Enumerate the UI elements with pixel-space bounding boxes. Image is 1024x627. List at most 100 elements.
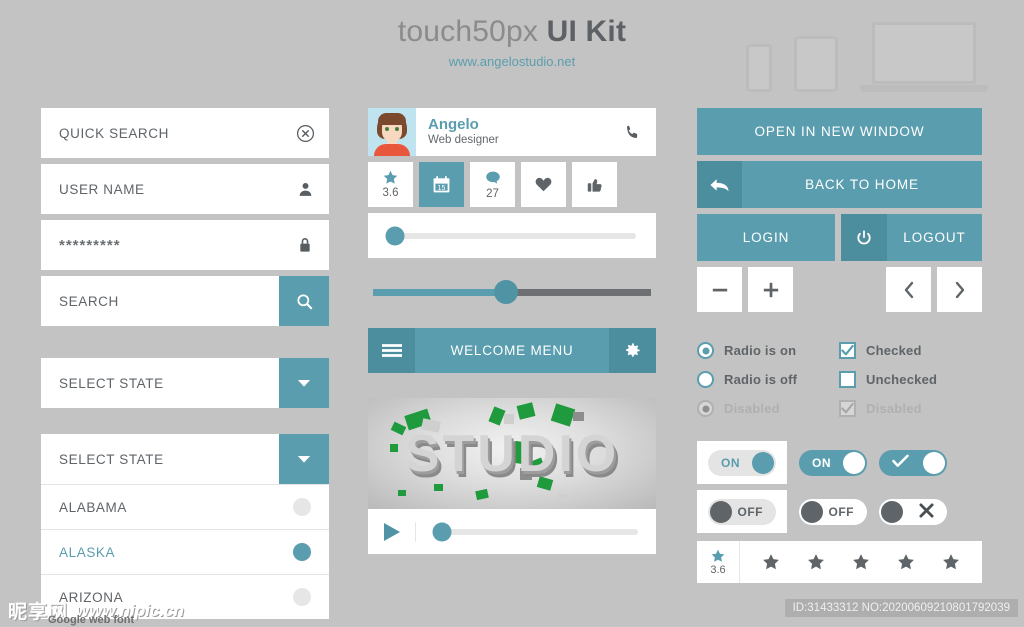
option-radio-dot[interactable] [293, 498, 311, 516]
welcome-menu-bar[interactable]: WELCOME MENU [368, 328, 656, 373]
select-state-open-header[interactable]: SELECT STATE [41, 434, 329, 484]
toggle-knob[interactable] [752, 451, 774, 474]
clear-circle-icon[interactable] [281, 124, 329, 143]
play-icon[interactable] [368, 521, 416, 542]
device-outlines [746, 22, 988, 92]
slider-bare[interactable] [368, 280, 656, 304]
video-progress-handle[interactable] [432, 522, 452, 541]
svg-text:15: 15 [438, 185, 446, 192]
toggle-knob[interactable] [843, 451, 865, 474]
radio-on[interactable]: Radio is on [697, 336, 839, 365]
hamburger-icon[interactable] [368, 328, 415, 373]
toggle-icon-off[interactable] [879, 498, 947, 525]
star-icon[interactable] [896, 552, 916, 572]
user-name-label: USER NAME [59, 181, 145, 197]
list-item[interactable]: ALABAMA [41, 484, 329, 529]
image-id-text: ID:31433312 NO:20200609210801792039 [784, 599, 1018, 617]
power-icon[interactable] [841, 214, 887, 261]
stat-comments[interactable]: 27 [470, 162, 515, 207]
ui-kit-canvas: touch50px UI Kit www.angelostudio.net QU… [0, 0, 1024, 627]
star-icon[interactable] [941, 552, 961, 572]
radio-icon[interactable] [697, 342, 714, 359]
checkbox-checked[interactable]: Checked [839, 336, 981, 365]
gear-icon[interactable] [609, 328, 656, 373]
login-button[interactable]: LOGIN [697, 214, 835, 261]
star-rating: 3.6 [697, 541, 982, 583]
toggle-row-off: OFF OFF [697, 490, 982, 533]
password-value: ********* [59, 236, 121, 254]
chevron-down-icon[interactable] [279, 358, 329, 408]
slider-track[interactable] [373, 280, 651, 304]
minus-button[interactable] [697, 267, 742, 312]
star-rating-score[interactable]: 3.6 [697, 541, 740, 583]
radio-on-label: Radio is on [724, 343, 797, 358]
video-progress[interactable] [416, 522, 656, 541]
select-state-open-label: SELECT STATE [59, 451, 164, 467]
search-field[interactable]: SEARCH [41, 276, 329, 326]
option-label: ALABAMA [59, 499, 127, 515]
slider-track[interactable] [385, 226, 636, 245]
list-item[interactable]: ALASKA [41, 529, 329, 574]
toggle-off-label: OFF [737, 504, 763, 519]
select-state-closed-label: SELECT STATE [59, 375, 164, 391]
comment-icon [485, 171, 500, 184]
star-icon[interactable] [761, 552, 781, 572]
toggle-icon-on[interactable] [879, 449, 947, 476]
stat-thumbs-up[interactable] [572, 162, 617, 207]
star-icon[interactable] [806, 552, 826, 572]
stat-rating-value: 3.6 [382, 187, 399, 199]
toggle-on-label: ON [812, 455, 831, 470]
toggle-filled-on[interactable]: ON [799, 449, 867, 476]
quick-search-field[interactable]: QUICK SEARCH [41, 108, 329, 158]
checkbox-icon[interactable] [839, 342, 856, 359]
checkbox-icon[interactable] [839, 371, 856, 388]
choice-controls: Radio is on Radio is off Disabled Checke… [697, 336, 982, 423]
radio-icon[interactable] [697, 371, 714, 388]
footer-watermark: 昵享网 www.nipic.cn Google web font ID:3143… [0, 595, 1024, 627]
toggle-boxed-on[interactable]: ON [708, 449, 776, 476]
option-radio-dot[interactable] [293, 543, 311, 561]
profile-role: Web designer [428, 134, 499, 146]
back-to-home-label: BACK TO HOME [805, 177, 919, 192]
slider-handle[interactable] [494, 280, 519, 304]
select-state-closed[interactable]: SELECT STATE [41, 358, 329, 408]
back-to-home-button[interactable]: BACK TO HOME [697, 161, 982, 208]
radio-off[interactable]: Radio is off [697, 365, 839, 394]
checkbox-checked-label: Checked [866, 343, 922, 358]
next-button[interactable] [937, 267, 982, 312]
open-new-window-button[interactable]: OPEN IN NEW WINDOW [697, 108, 982, 155]
toggle-knob[interactable] [801, 500, 823, 523]
option-label: ALASKA [59, 544, 116, 560]
video-poster[interactable]: STUDIO [368, 398, 656, 509]
stat-rating[interactable]: 3.6 [368, 162, 413, 207]
prev-button[interactable] [886, 267, 931, 312]
chevron-down-icon[interactable] [279, 434, 329, 484]
video-progress-track[interactable] [432, 522, 638, 541]
checkbox-disabled-label: Disabled [866, 401, 922, 416]
watermark-subtext: Google web font [48, 614, 135, 626]
stat-calendar[interactable]: 15 [419, 162, 464, 207]
select-state-open: SELECT STATE ALABAMA ALASKA ARIZONA [41, 434, 329, 619]
toggle-knob[interactable] [923, 451, 945, 474]
toggle-off-label: OFF [828, 504, 854, 519]
phone-icon[interactable] [608, 108, 656, 156]
search-icon[interactable] [279, 276, 329, 326]
password-field[interactable]: ********* [41, 220, 329, 270]
toggle-boxed-off[interactable]: OFF [708, 498, 776, 525]
toggle-on-label: ON [721, 455, 740, 470]
plus-button[interactable] [748, 267, 793, 312]
user-name-field[interactable]: USER NAME [41, 164, 329, 214]
stat-like[interactable] [521, 162, 566, 207]
slider-card[interactable] [368, 213, 656, 258]
toggle-row-on: ON ON [697, 441, 982, 484]
back-arrow-icon[interactable] [697, 161, 742, 208]
toggle-knob[interactable] [710, 500, 732, 523]
logout-button[interactable]: LOGOUT [841, 214, 982, 261]
slider-handle[interactable] [385, 226, 405, 245]
star-icon[interactable] [851, 552, 871, 572]
profile-name: Angelo [428, 116, 479, 133]
checkbox-unchecked[interactable]: Unchecked [839, 365, 981, 394]
stepper-and-nav-row [697, 267, 982, 312]
toggle-filled-off[interactable]: OFF [799, 498, 867, 525]
toggle-knob[interactable] [881, 500, 903, 523]
